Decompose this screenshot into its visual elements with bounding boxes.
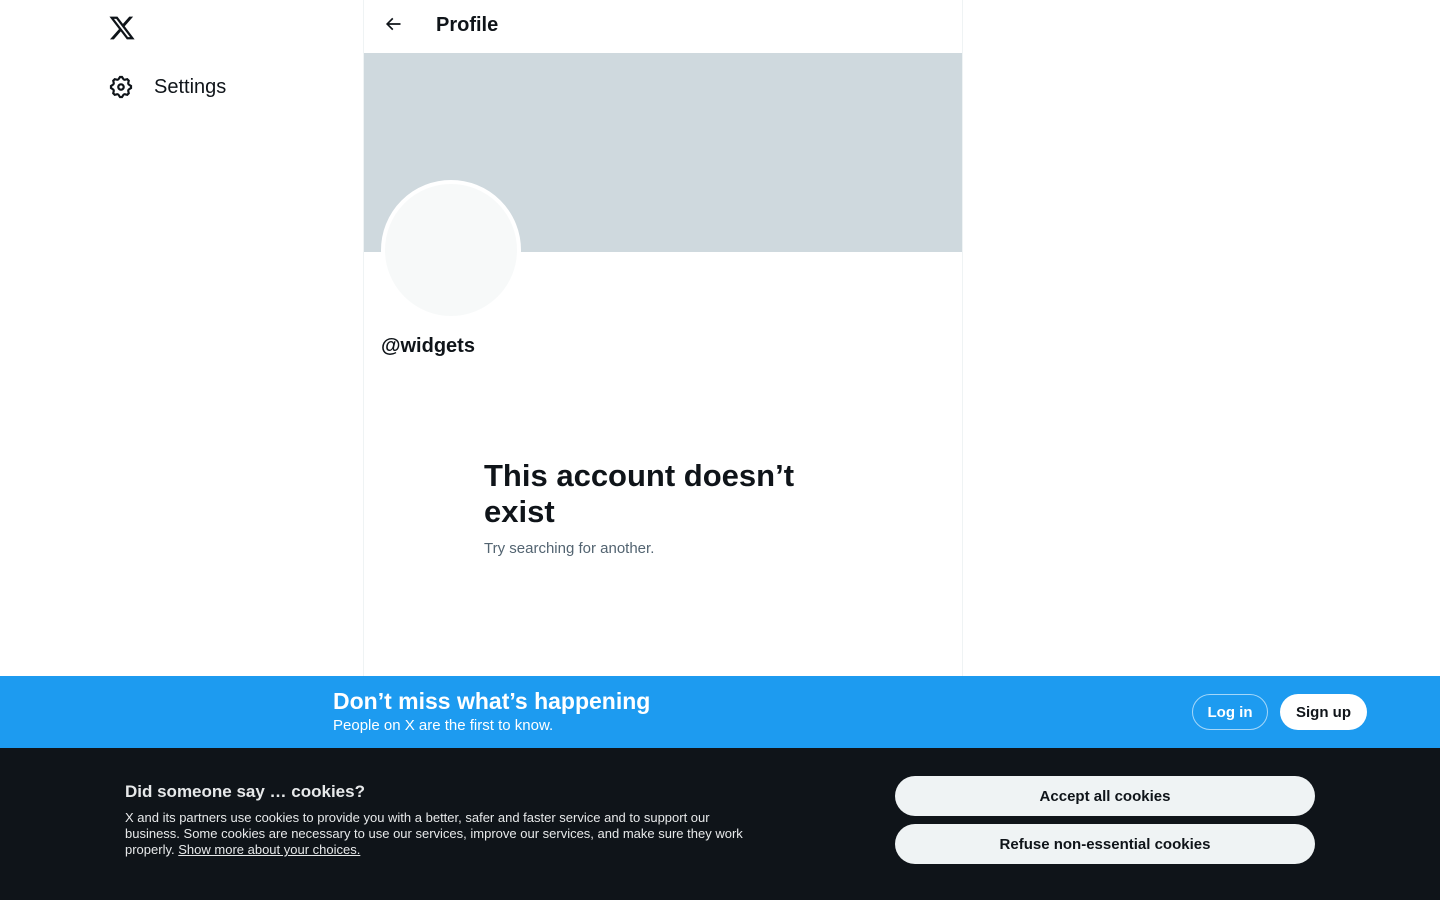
- cookie-choices-link[interactable]: Show more about your choices.: [178, 842, 360, 857]
- signup-button[interactable]: Sign up: [1280, 694, 1367, 730]
- cookie-banner: Did someone say … cookies? X and its par…: [0, 748, 1440, 900]
- profile-header: Profile: [364, 0, 962, 53]
- page-title: Profile: [436, 14, 499, 36]
- x-logo-icon[interactable]: [108, 14, 136, 42]
- refuse-cookies-button[interactable]: Refuse non-essential cookies: [895, 824, 1315, 864]
- signup-bar-title: Don’t miss what’s happening: [333, 688, 651, 714]
- empty-state-subtitle: Try searching for another.: [484, 540, 655, 557]
- back-button[interactable]: [376, 9, 410, 43]
- signup-prompt-bar: Don’t miss what’s happening People on X …: [0, 676, 1440, 748]
- empty-state-title: This account doesn’t exist: [484, 458, 795, 529]
- avatar: [381, 180, 521, 320]
- gear-icon: [108, 74, 134, 100]
- cookie-title: Did someone say … cookies?: [125, 782, 365, 801]
- cookie-text-block: X and its partners use cookies to provid…: [125, 810, 755, 858]
- nav-settings-label: Settings: [154, 75, 227, 98]
- signup-bar-subtitle: People on X are the first to know.: [333, 717, 554, 734]
- accept-cookies-button[interactable]: Accept all cookies: [895, 776, 1315, 816]
- arrow-left-icon: [383, 14, 403, 39]
- empty-state: This account doesn’t exist Try searching…: [484, 458, 844, 557]
- login-button[interactable]: Log in: [1192, 694, 1268, 730]
- nav-item-settings[interactable]: Settings: [108, 70, 226, 104]
- profile-handle: @widgets: [381, 335, 475, 357]
